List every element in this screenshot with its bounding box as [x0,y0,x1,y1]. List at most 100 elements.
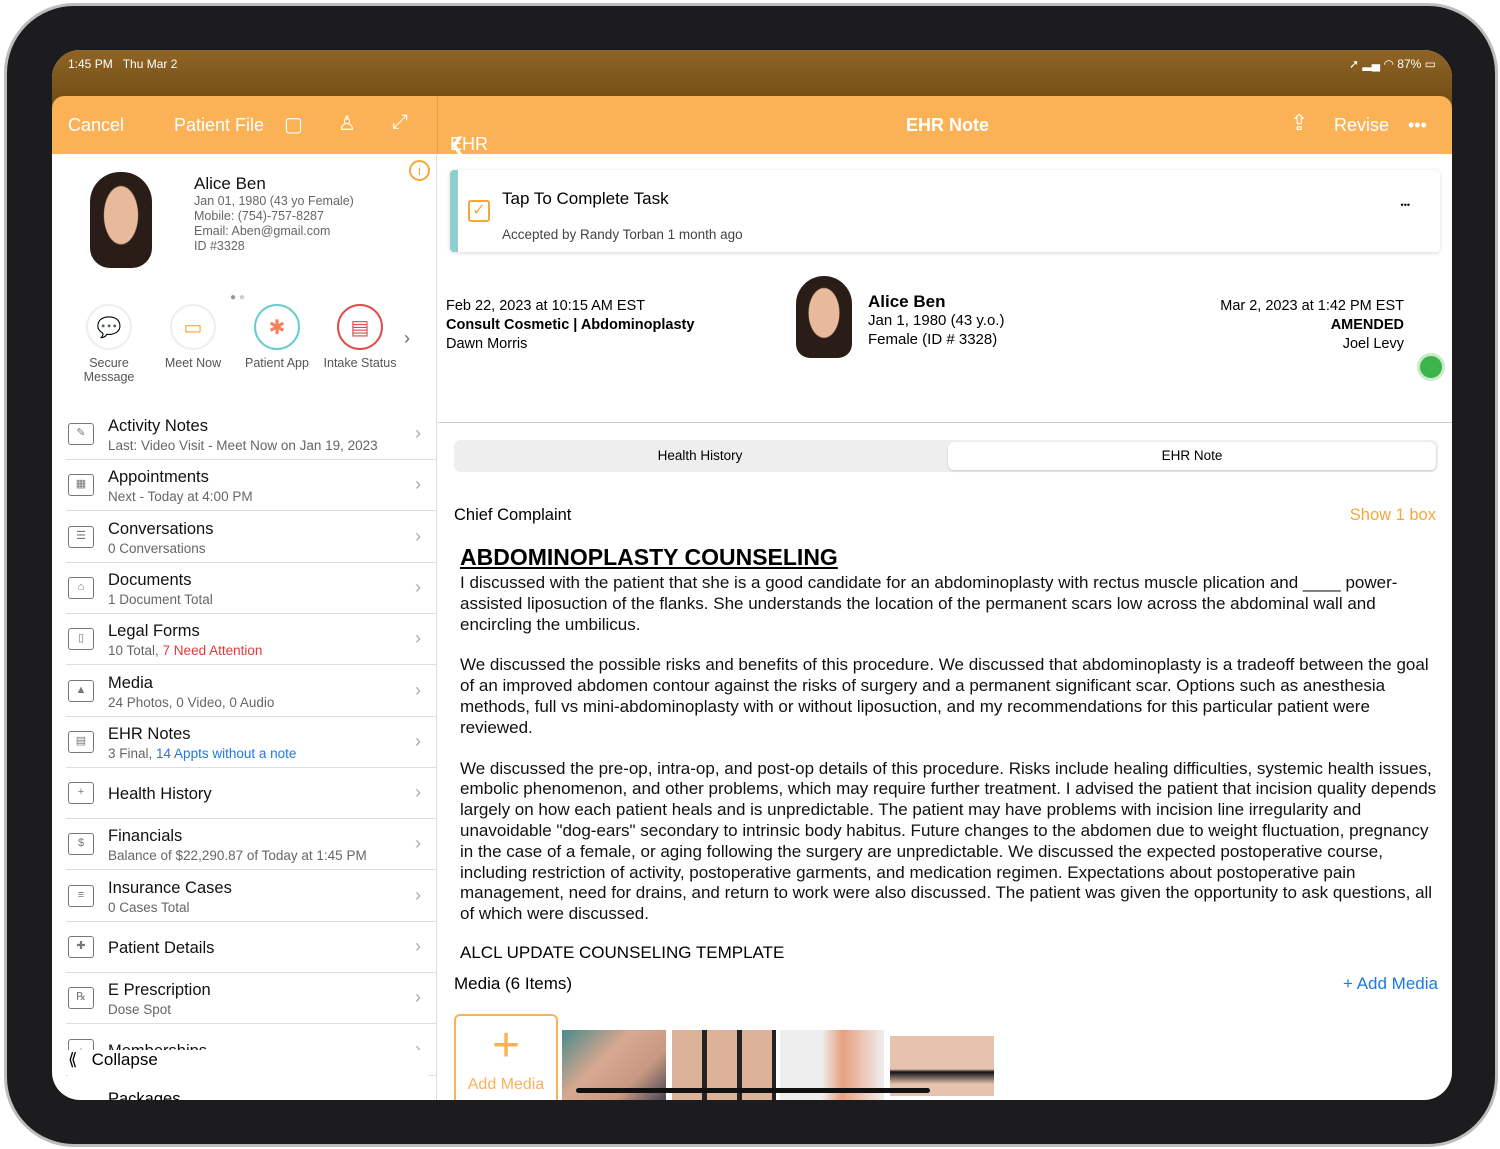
chevron-right-icon: › [415,423,421,443]
sidebar-item-appointments[interactable]: ▦ Appointments Next - Today at 4:00 PM › [66,460,436,512]
revise-button[interactable]: Revise [1334,115,1389,136]
packages-item[interactable]: Packages [108,1090,180,1100]
sidebar-item-subtitle: Next - Today at 4:00 PM [108,489,253,505]
sidebar-item-title: Financials [108,827,183,846]
collapse-button[interactable]: ⟪ Collapse [68,1050,428,1080]
cancel-button[interactable]: Cancel [68,115,124,136]
note-heading: ABDOMINOPLASTY COUNSELING [460,544,838,570]
health-history-icon: + [68,782,94,805]
amend-date: Mar 2, 2023 at 1:42 PM EST [1220,298,1404,314]
chevron-right-icon: › [415,833,421,854]
sidebar-item-financials[interactable]: $ Financials Balance of $22,290.87 of Toda… [66,819,436,871]
header-bar: Cancel Patient File ▢ ♙ ⤢ ❮ EHR Notes EH… [52,96,1452,175]
collapse-icon: ⟪ [68,1050,78,1069]
note-provider: Dawn Morris [446,336,528,352]
sidebar-item-e-prescription[interactable]: ℞ E Prescription Dose Spot › [66,973,436,1025]
media-title: Media (6 Items) [454,974,573,993]
sidebar-item-ehr-notes[interactable]: ▤ EHR Notes 3 Final, 14 Appts without a no… [66,717,436,768]
chevron-right-icon: › [415,884,421,905]
status-indicator [1417,353,1445,381]
sidebar-item-title: Conversations [108,519,214,538]
sidebar-item-legal-forms[interactable]: ▯ Legal Forms 10 Total, 7 Need Attention › [66,614,436,666]
intake-icon: ▤ [337,304,383,350]
sidebar-item-title: Activity Notes [108,417,208,435]
sidebar-item-title: E Prescription [108,981,211,1000]
patient-details-icon: ✚ [68,936,94,958]
show-box-link[interactable]: Show 1 box [1350,506,1436,525]
patient-app-button[interactable]: ✱ Patient App [237,304,317,370]
alcl-template: ALCL UPDATE COUNSELING TEMPLATE [460,942,785,962]
sidebar-item-documents[interactable]: ⌂ Documents 1 Document Total › [66,563,436,614]
chevron-right-icon: › [415,474,421,495]
note-icon[interactable]: ▢ [284,112,303,137]
sidebar-item-title: Insurance Cases [108,878,232,897]
chief-complaint-label: Chief Complaint [454,506,572,524]
add-media-link[interactable]: + Add Media [1343,974,1438,994]
activity-notes-icon: ✎ [68,423,94,445]
sidebar-item-subtitle: 0 Conversations [108,540,206,556]
chevron-right-icon: › [415,936,421,956]
chevron-right-icon[interactable]: › [404,328,410,349]
chat-icon: 💬 [86,304,132,350]
task-checkbox[interactable]: ✓ [468,200,490,222]
chevron-right-icon: › [415,679,421,700]
conversations-icon: ☰ [68,525,94,548]
task-more-button[interactable]: ••• [1401,200,1410,210]
share-icon[interactable]: ⇪ [1290,110,1308,136]
sidebar-item-title: Patient Details [108,939,215,957]
sidebar-item-title: Health History [108,785,212,804]
wifi-icon: ➚ ▂▄ ◠ [1349,57,1394,71]
sidebar-item-subtitle: Last: Video Visit - Meet Now on Jan 19, … [108,438,378,453]
sidebar-item-title: Documents [108,570,192,589]
sidebar-item-patient-details[interactable]: ✚ Patient Details › [66,922,436,973]
e-prescription-icon: ℞ [68,987,94,1010]
more-button[interactable]: ••• [1408,115,1427,136]
note-paragraph: I discussed with the patient that she is… [460,573,1398,634]
note-patient-dob: Jan 1, 1980 (43 y.o.) [868,312,1005,329]
status-date: Thu Mar 2 [122,57,178,71]
sidebar-item-title: Appointments [108,468,209,487]
status-time: 1:45 PM [68,57,113,71]
plus-icon: + [491,1019,521,1072]
sidebar-item-insurance-cases[interactable]: ≡ Insurance Cases 0 Cases Total › [66,871,436,922]
sidebar-item-conversations[interactable]: ☰ Conversations 0 Conversations › [66,512,436,563]
add-media-tile[interactable]: + Add Media [454,1014,558,1100]
info-icon[interactable]: i [409,160,430,181]
media-icon: ▲ [68,679,94,702]
sidebar-item-subtitle: Balance of $22,290.87 of Today at 1:45 P… [108,848,367,864]
sidebar-item-media[interactable]: ▲ Media 24 Photos, 0 Video, 0 Audio › [66,666,436,717]
screen: 1:45 PM Thu Mar 2 ➚ ▂▄ ◠ 87% ▭ Cancel Pa… [52,50,1452,1100]
patient-file-button[interactable]: Patient File [174,115,264,136]
sidebar-item-activity-notes[interactable]: ✎ Activity Notes Last: Video Visit - Meet … [66,409,436,460]
expand-icon[interactable]: ⤢ [392,111,408,134]
note-date: Feb 22, 2023 at 10:15 AM EST [446,298,646,314]
chevron-right-icon: › [415,576,421,597]
battery-level: 87% [1397,57,1422,71]
chevron-right-icon: › [415,987,421,1008]
battery-icon: ▭ [1424,57,1436,71]
patient-mobile: Mobile: (754)-757-8287 [194,209,324,223]
insurance-cases-icon: ≡ [68,884,94,907]
ehr-note-panel: ✓ Tap To Complete Task Accepted by Randy… [438,154,1452,1100]
task-card[interactable]: ✓ Tap To Complete Task Accepted by Randy… [450,170,1440,252]
ehr-notes-icon: ▤ [68,730,94,753]
legal-forms-icon: ▯ [68,628,94,651]
segmented-tabs: Health History EHR Note [454,440,1438,472]
page-title: EHR Note [906,115,990,135]
sidebar-item-subtitle: 3 Final, 14 Appts without a note [108,745,297,761]
patient-dob: Jan 01, 1980 (43 yo Female) [194,194,354,208]
note-patient-avatar [796,276,852,358]
sidebar-item-health-history[interactable]: + Health History › [66,768,436,820]
tab-health-history[interactable]: Health History [454,448,946,463]
financials-icon: $ [68,833,94,856]
tab-ehr-note[interactable]: EHR Note [948,442,1436,470]
chevron-right-icon: › [415,525,421,546]
video-icon: ▭ [170,304,216,350]
note-type: Consult Cosmetic | Abdominoplasty [446,317,695,333]
chevron-right-icon: › [415,628,421,649]
user-edit-icon[interactable]: ♙ [338,111,356,136]
intake-status-button[interactable]: ▤ Intake Status [320,304,400,370]
media-thumbnail[interactable] [890,1036,994,1096]
secure-message-button[interactable]: 💬 Secure Message [69,304,149,384]
meet-now-button[interactable]: ▭ Meet Now [153,304,233,370]
